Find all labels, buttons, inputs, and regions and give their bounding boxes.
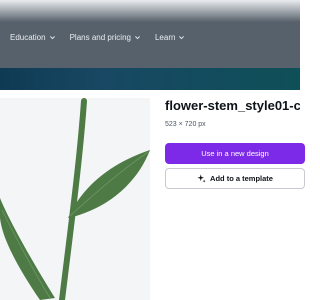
button-label: Use in a new design bbox=[201, 149, 269, 158]
nav-item-learn[interactable]: Learn bbox=[155, 33, 185, 42]
chevron-down-icon bbox=[135, 35, 140, 39]
asset-preview[interactable] bbox=[0, 98, 150, 300]
nav-item-plans-and-pricing[interactable]: Plans and pricing bbox=[70, 33, 141, 42]
add-to-template-button[interactable]: Add to a template bbox=[165, 168, 305, 189]
sparkle-icon bbox=[197, 174, 206, 183]
nav-item-education[interactable]: Education bbox=[10, 33, 56, 42]
nav-item-label: Education bbox=[10, 32, 46, 42]
chevron-down-icon bbox=[179, 35, 185, 39]
nav-menu: Education Plans and pricing Learn bbox=[10, 30, 199, 44]
top-navigation: Education Plans and pricing Learn bbox=[0, 0, 300, 68]
use-in-new-design-button[interactable]: Use in a new design bbox=[165, 143, 305, 164]
chevron-down-icon bbox=[49, 35, 55, 39]
nav-item-label: Learn bbox=[154, 32, 176, 42]
asset-title: flower-stem_style01-c bbox=[165, 98, 300, 113]
hero-band bbox=[0, 68, 300, 90]
flower-stem-graphic bbox=[0, 98, 150, 300]
leaf-left bbox=[0, 198, 55, 300]
nav-item-label: Plans and pricing bbox=[69, 32, 131, 42]
asset-dimensions: 523 × 720 px bbox=[165, 121, 206, 128]
button-label: Add to a template bbox=[210, 174, 273, 183]
nav-fade bbox=[0, 0, 300, 22]
